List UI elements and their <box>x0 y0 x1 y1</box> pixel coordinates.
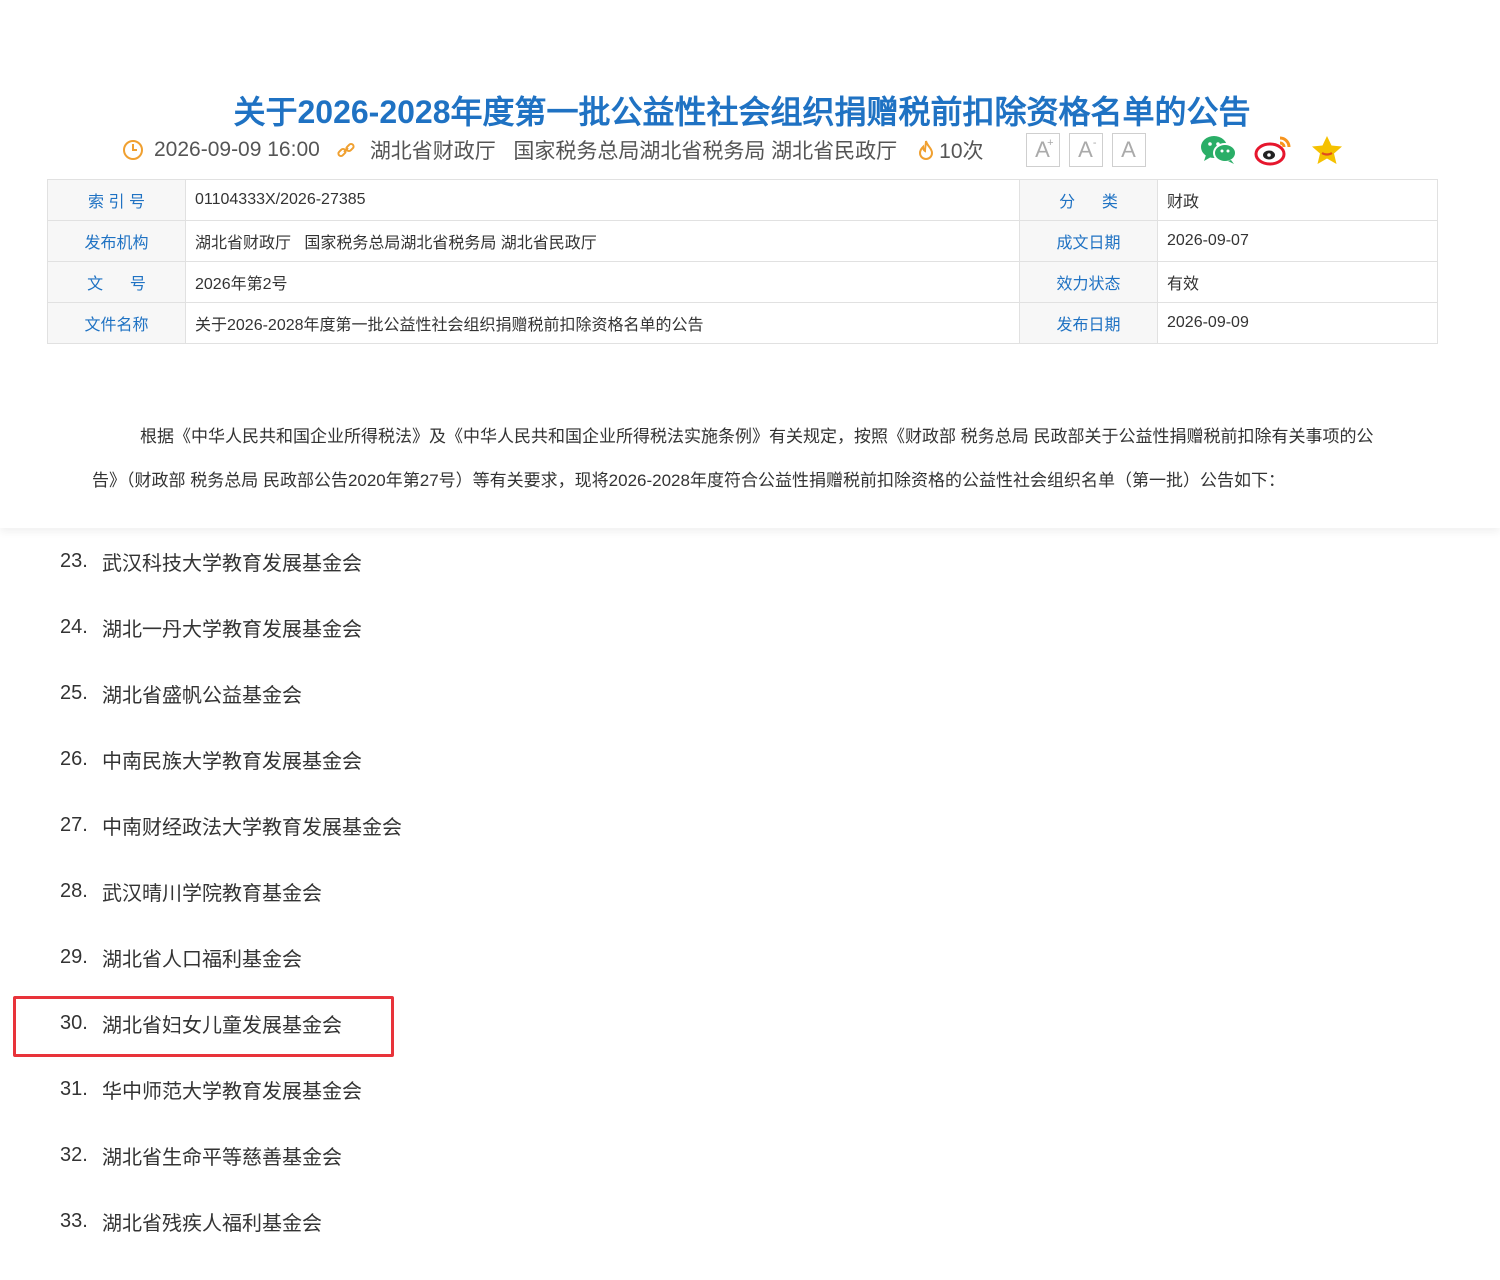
category-label: 分 类 <box>1019 179 1158 221</box>
list-item: 29. 湖北省人口福利基金会 <box>60 924 960 990</box>
list-item-name: 湖北一丹大学教育发展基金会 <box>102 618 362 641</box>
list-item: 31. 华中师范大学教育发展基金会 <box>60 1056 960 1122</box>
list-item-number: 23. <box>60 549 88 572</box>
list-item-number: 29. <box>60 945 88 968</box>
doc-number-value: 2026年第2号 <box>185 261 1020 303</box>
font-increase-mark: + <box>1047 137 1054 149</box>
article-header-panel: 关于2026-2028年度第一批公益性社会组织捐赠税前扣除资格名单的公告 202… <box>0 0 1500 528</box>
font-decrease-button[interactable]: A - <box>1068 133 1103 167</box>
document-info-table: 索 引 号 01104333X/2026-27385 分 类 财政 发布机构 湖… <box>47 179 1438 344</box>
link-icon <box>336 140 356 160</box>
list-item-number: 28. <box>60 879 88 902</box>
doc-name-label: 文件名称 <box>47 302 186 344</box>
index-number-label: 索 引 号 <box>47 179 186 221</box>
font-decrease-label: A <box>1078 137 1093 162</box>
list-item-name: 湖北省生命平等慈善基金会 <box>102 1146 342 1169</box>
doc-name-value: 关于2026-2028年度第一批公益性社会组织捐赠税前扣除资格名单的公告 <box>185 302 1020 344</box>
font-decrease-mark: - <box>1092 137 1097 149</box>
font-increase-button[interactable]: A + <box>1025 133 1060 167</box>
list-item-name: 湖北省残疾人福利基金会 <box>102 1212 322 1235</box>
list-item-name: 中南民族大学教育发展基金会 <box>102 750 362 773</box>
list-item-number: 33. <box>60 1209 88 1232</box>
written-date-value: 2026-09-07 <box>1157 220 1438 262</box>
list-item: 25. 湖北省盛帆公益基金会 <box>60 660 960 726</box>
issuer-label: 发布机构 <box>47 220 186 262</box>
list-item-name: 武汉科技大学教育发展基金会 <box>102 552 362 575</box>
clock-icon <box>122 139 144 161</box>
list-item-number: 26. <box>60 747 88 770</box>
list-item: 32. 湖北省生命平等慈善基金会 <box>60 1122 960 1188</box>
list-item-name: 湖北省盛帆公益基金会 <box>102 684 302 707</box>
category-value: 财政 <box>1157 179 1438 221</box>
list-item-number: 27. <box>60 813 88 836</box>
font-reset-label: A <box>1121 137 1136 162</box>
article-source: 湖北省财政厅 国家税务总局湖北省税务局 湖北省民政厅 <box>369 140 898 163</box>
publish-date-label: 发布日期 <box>1019 302 1158 344</box>
font-reset-button[interactable]: A <box>1111 133 1146 167</box>
list-item-name: 武汉晴川学院教育基金会 <box>102 882 322 905</box>
list-item: 24. 湖北一丹大学教育发展基金会 <box>60 594 960 660</box>
list-item-number: 32. <box>60 1143 88 1166</box>
list-item-name: 华中师范大学教育发展基金会 <box>102 1080 362 1103</box>
favorite-star-icon[interactable] <box>1307 130 1347 170</box>
list-item: 33. 湖北省残疾人福利基金会 <box>60 1188 960 1254</box>
list-item-name: 中南财经政法大学教育发展基金会 <box>102 816 402 839</box>
view-count: 10次 <box>939 140 984 163</box>
doc-number-label: 文 号 <box>47 261 186 303</box>
list-item: 23. 武汉科技大学教育发展基金会 <box>60 528 960 594</box>
list-item: 28. 武汉晴川学院教育基金会 <box>60 858 960 924</box>
fire-icon <box>917 139 935 161</box>
validity-value: 有效 <box>1157 261 1438 303</box>
wechat-icon[interactable] <box>1199 130 1239 170</box>
written-date-label: 成文日期 <box>1019 220 1158 262</box>
table-row: 发布机构 湖北省财政厅 国家税务总局湖北省税务局 湖北省民政厅 成文日期 202… <box>47 220 1438 262</box>
intro-paragraph: 根据《中华人民共和国企业所得税法》及《中华人民共和国企业所得税法实施条例》有关规… <box>92 427 1374 490</box>
index-number-value: 01104333X/2026-27385 <box>185 179 1020 221</box>
meta-bar: 2026-09-09 16:00 湖北省财政厅 国家税务总局湖北省税务局 湖北省… <box>122 128 1362 172</box>
publish-date-value: 2026-09-09 <box>1157 302 1438 344</box>
list-item-number: 25. <box>60 681 88 704</box>
issuer-value: 湖北省财政厅 国家税务总局湖北省税务局 湖北省民政厅 <box>185 220 1020 262</box>
table-row: 索 引 号 01104333X/2026-27385 分 类 财政 <box>47 179 1438 221</box>
highlight-box <box>13 996 394 1057</box>
list-item-number: 24. <box>60 615 88 638</box>
list-item-name: 湖北省人口福利基金会 <box>102 948 302 971</box>
list-item: 26. 中南民族大学教育发展基金会 <box>60 726 960 792</box>
table-row: 文件名称 关于2026-2028年度第一批公益性社会组织捐赠税前扣除资格名单的公… <box>47 302 1438 344</box>
weibo-icon[interactable] <box>1253 130 1293 170</box>
validity-label: 效力状态 <box>1019 261 1158 303</box>
publish-datetime: 2026-09-09 16:00 <box>154 138 320 161</box>
list-item: 27. 中南财经政法大学教育发展基金会 <box>60 792 960 858</box>
list-item-number: 31. <box>60 1077 88 1100</box>
organization-list: 23. 武汉科技大学教育发展基金会 24. 湖北一丹大学教育发展基金会 25. 湖北省… <box>60 528 960 1254</box>
table-row: 文 号 2026年第2号 效力状态 有效 <box>47 261 1438 303</box>
